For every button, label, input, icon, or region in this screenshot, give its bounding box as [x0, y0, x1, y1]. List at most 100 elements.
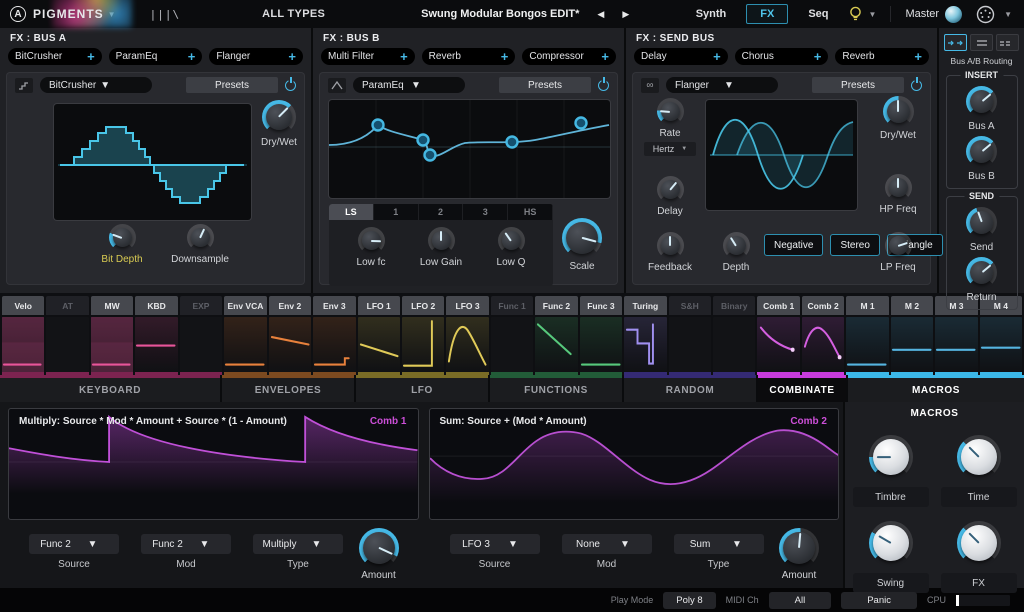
mod-source-label[interactable]: EXP [180, 296, 222, 315]
band-2[interactable]: 2 [419, 204, 464, 220]
play-mode-select[interactable]: Poly 8 [663, 592, 715, 609]
mod-source-label[interactable]: Func 2 [535, 296, 577, 315]
mod-source-label[interactable]: Turing [624, 296, 666, 315]
mod-source-label[interactable]: Comb 1 [757, 296, 799, 315]
chevron-down-icon[interactable]: ▼ [108, 10, 116, 19]
add-fx-icon[interactable]: + [814, 50, 822, 63]
fx-knob[interactable] [957, 521, 1001, 565]
sound-design-icon[interactable]: |||\ [150, 8, 181, 21]
depth-knob[interactable] [723, 232, 750, 259]
mod-source-thumbnail[interactable] [269, 317, 311, 372]
bus-b-level-knob[interactable] [966, 136, 997, 167]
bus-b-slot-3[interactable]: Compressor+ [522, 48, 616, 65]
mod-source-func-1[interactable]: Func 1 [491, 296, 533, 375]
routing-mode-split-button[interactable] [996, 34, 1019, 51]
low-fc-knob[interactable] [358, 227, 385, 254]
mod-source-thumbnail[interactable] [224, 317, 266, 372]
tab-functions[interactable]: FUNCTIONS [490, 375, 622, 402]
low-q-knob[interactable] [498, 227, 525, 254]
mod-source-thumbnail[interactable] [491, 317, 533, 372]
mod-source-label[interactable]: MW [91, 296, 133, 315]
mod-source-env-vca[interactable]: Env VCA [224, 296, 266, 375]
mod-source-thumbnail[interactable] [891, 317, 933, 372]
mod-source-m-1[interactable]: M 1 [846, 296, 888, 375]
feedback-knob[interactable] [657, 232, 684, 259]
mod-source-label[interactable]: Env VCA [224, 296, 266, 315]
bus-a-slot-2[interactable]: ParamEq+ [109, 48, 203, 65]
send-slot-2[interactable]: Chorus+ [735, 48, 829, 65]
bus-a-level-knob[interactable] [966, 86, 997, 117]
mod-source-label[interactable]: LFO 3 [446, 296, 488, 315]
mod-source-comb-2[interactable]: Comb 2 [802, 296, 844, 375]
next-preset-icon[interactable]: ▶ [622, 9, 629, 20]
mod-source-label[interactable]: Velo [2, 296, 44, 315]
comb-1-source-select[interactable]: Func 2▼ [29, 534, 119, 554]
send-slot-1[interactable]: Delay+ [634, 48, 728, 65]
mod-source-comb-1[interactable]: Comb 1 [757, 296, 799, 375]
midi-ch-select[interactable]: All [769, 592, 832, 609]
timbre-knob[interactable] [869, 435, 913, 479]
power-icon[interactable] [911, 80, 922, 91]
mod-source-thumbnail[interactable] [446, 317, 488, 372]
negative-toggle[interactable]: Negative [764, 234, 823, 256]
send-level-knob[interactable] [966, 207, 997, 238]
preset-types-button[interactable]: ALL TYPES [262, 8, 325, 20]
tab-synth[interactable]: Synth [690, 5, 733, 23]
low-gain-knob[interactable] [428, 227, 455, 254]
tab-keyboard[interactable]: KEYBOARD [0, 375, 220, 402]
mod-source-m-2[interactable]: M 2 [891, 296, 933, 375]
mod-source-lfo-2[interactable]: LFO 2 [402, 296, 444, 375]
chevron-down-icon[interactable]: ▼ [869, 10, 877, 19]
preset-name[interactable]: Swung Modular Bongos EDIT* [421, 8, 579, 20]
tab-lfo[interactable]: LFO [356, 375, 488, 402]
band-3[interactable]: 3 [463, 204, 508, 220]
mod-source-label[interactable]: AT [46, 296, 88, 315]
comb-2-mod-select[interactable]: None▼ [562, 534, 652, 554]
comb-1-mod-select[interactable]: Func 2▼ [141, 534, 231, 554]
tab-macros[interactable]: MACROS [848, 375, 1024, 402]
comb-2-type-select[interactable]: Sum▼ [674, 534, 764, 554]
mod-source-label[interactable]: KBD [135, 296, 177, 315]
mod-source-func-2[interactable]: Func 2 [535, 296, 577, 375]
mod-source-label[interactable]: LFO 2 [402, 296, 444, 315]
rate-unit-select[interactable]: Hertz▼ [644, 142, 696, 156]
add-fx-icon[interactable]: + [914, 50, 922, 63]
mod-source-lfo-3[interactable]: LFO 3 [446, 296, 488, 375]
band-ls[interactable]: LS [329, 204, 374, 220]
downsample-knob[interactable] [187, 224, 214, 251]
bit-depth-knob[interactable] [109, 224, 136, 251]
delay-knob[interactable] [657, 176, 684, 203]
tab-seq[interactable]: Seq [802, 5, 834, 23]
mod-source-thumbnail[interactable] [846, 317, 888, 372]
mod-source-env-2[interactable]: Env 2 [269, 296, 311, 375]
mod-source-label[interactable]: Comb 2 [802, 296, 844, 315]
panic-button[interactable]: Panic [841, 592, 917, 609]
routing-mode-series-button[interactable] [944, 34, 967, 51]
mod-source-thumbnail[interactable] [669, 317, 711, 372]
mod-source-thumbnail[interactable] [935, 317, 977, 372]
midi-din-icon[interactable] [976, 5, 995, 24]
mod-source-thumbnail[interactable] [358, 317, 400, 372]
rate-knob[interactable] [657, 98, 684, 125]
mod-source-label[interactable]: Env 2 [269, 296, 311, 315]
comb-2-source-select[interactable]: LFO 3▼ [450, 534, 540, 554]
tab-random[interactable]: RANDOM [624, 375, 756, 402]
presets-button[interactable]: Presets [812, 77, 904, 93]
comb-2-amount-knob[interactable] [779, 528, 819, 568]
add-fx-icon[interactable]: + [87, 50, 95, 63]
dry-wet-knob[interactable] [262, 100, 296, 134]
tab-combinate[interactable]: COMBINATE [758, 375, 846, 402]
mod-source-thumbnail[interactable] [980, 317, 1022, 372]
mod-source-label[interactable]: LFO 1 [358, 296, 400, 315]
mod-source-kbd[interactable]: KBD [135, 296, 177, 375]
mod-source-label[interactable]: M 2 [891, 296, 933, 315]
time-knob[interactable] [957, 435, 1001, 479]
mod-source-thumbnail[interactable] [91, 317, 133, 372]
mod-source-label[interactable]: S&H [669, 296, 711, 315]
mod-source-env-3[interactable]: Env 3 [313, 296, 355, 375]
master-volume-knob[interactable] [945, 6, 962, 23]
mod-source-exp[interactable]: EXP [180, 296, 222, 375]
comb-1-type-select[interactable]: Multiply▼ [253, 534, 343, 554]
lp-freq-knob[interactable] [885, 232, 912, 259]
mod-source-thumbnail[interactable] [624, 317, 666, 372]
